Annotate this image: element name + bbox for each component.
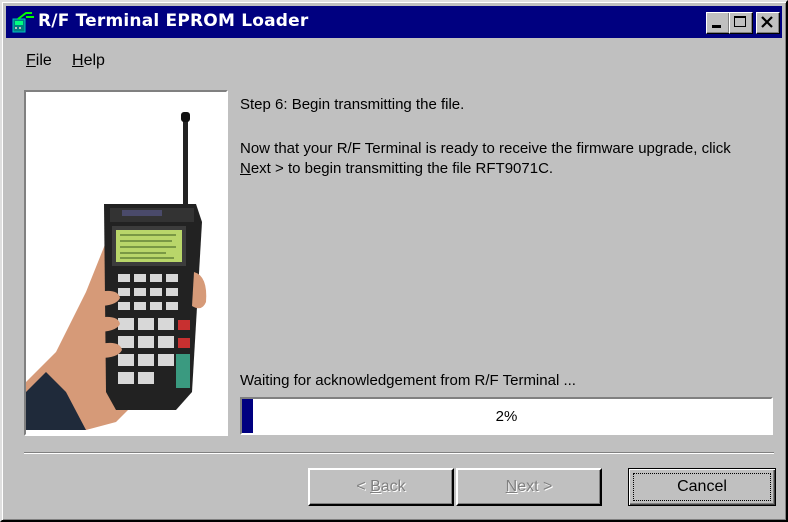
minimize-button[interactable] (706, 12, 730, 34)
menu-help-mnemonic: H (72, 52, 84, 69)
back-button-prefix: < (356, 478, 371, 495)
close-icon (761, 16, 773, 28)
loader-window: R/F Terminal EPROM Loader File Help Step… (0, 0, 788, 522)
rf-terminal-app-icon[interactable] (12, 11, 36, 33)
cancel-button[interactable]: Cancel (628, 468, 776, 506)
step-title: Step 6: Begin transmitting the file. (240, 96, 465, 113)
back-button[interactable]: < Back (308, 468, 454, 506)
maximize-button[interactable] (729, 12, 753, 34)
close-button[interactable] (756, 12, 780, 34)
title-bar[interactable]: R/F Terminal EPROM Loader (6, 6, 782, 38)
status-message: Waiting for acknowledgement from R/F Ter… (240, 372, 576, 389)
step-description-part1: Now that your R/F Terminal is ready to r… (240, 140, 731, 157)
maximize-icon (734, 16, 746, 27)
menu-file-label: ile (35, 52, 52, 69)
menu-file-mnemonic: F (26, 52, 36, 69)
menu-file[interactable]: File (26, 52, 52, 70)
step-description-part2: ext > to begin transmitting the file RFT… (250, 160, 554, 177)
button-separator (24, 452, 774, 454)
menu-help-label: elp (83, 52, 105, 69)
step-description: Now that your R/F Terminal is ready to r… (240, 139, 760, 179)
next-button-mnemonic: N (505, 478, 518, 495)
minimize-icon (712, 25, 721, 28)
back-button-label: ack (380, 478, 406, 495)
wizard-illustration-frame (24, 90, 228, 436)
menu-help[interactable]: Help (72, 52, 105, 70)
next-button-label: ext > (517, 478, 553, 495)
menu-bar: File Help (6, 40, 782, 69)
next-button[interactable]: Next > (456, 468, 602, 506)
progress-percentage: 2% (495, 408, 518, 425)
back-button-mnemonic: B (370, 478, 381, 495)
window-title: R/F Terminal EPROM Loader (38, 11, 309, 31)
step-description-mnemonic: N (240, 160, 251, 177)
handheld-terminal-illustration (26, 112, 207, 430)
cancel-button-label: Cancel (633, 473, 771, 501)
transfer-progress-bar: 2% (240, 397, 773, 435)
